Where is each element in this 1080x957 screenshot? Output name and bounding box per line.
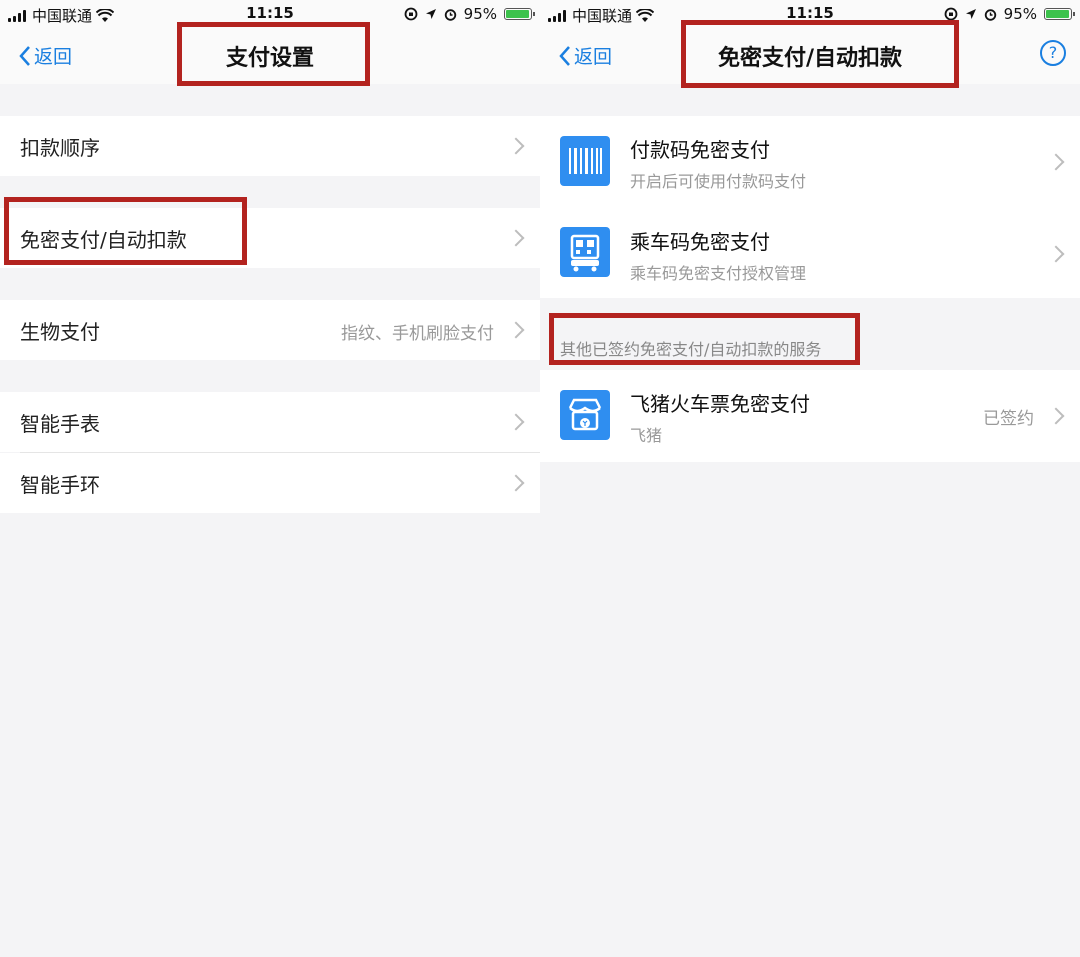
- chevron-right-icon: [507, 137, 525, 155]
- list-item-subtitle: 开启后可使用付款码支付: [630, 172, 807, 191]
- menu-item-smart-watch[interactable]: 智能手表: [0, 392, 540, 452]
- menu-item-value: 指纹、手机刷脸支付: [341, 324, 494, 344]
- chevron-right-icon: [1047, 407, 1065, 425]
- nav-bar: 返回 支付设置: [0, 28, 540, 84]
- signed-status: 已签约: [983, 409, 1034, 429]
- list-item-title: 付款码免密支付: [630, 138, 770, 162]
- section-header: 其他已签约免密支付/自动扣款的服务: [560, 340, 822, 359]
- menu-item-label: 扣款顺序: [20, 136, 100, 160]
- chevron-right-icon: [507, 413, 525, 431]
- status-bar: 中国联通 11:15 95%: [540, 0, 1080, 28]
- battery-percent: 95%: [463, 5, 497, 23]
- location-icon: [965, 9, 976, 19]
- list-item-subtitle: 飞猪: [630, 426, 663, 445]
- list-item-buscode-nopass[interactable]: 乘车码免密支付 乘车码免密支付授权管理: [540, 208, 1080, 298]
- rotation-lock-icon: [404, 7, 418, 21]
- status-bar: 中国联通 11:15 95%: [0, 0, 540, 28]
- menu-item-label: 免密支付/自动扣款: [20, 228, 187, 252]
- location-icon: [425, 9, 436, 19]
- chevron-right-icon: [1047, 153, 1065, 171]
- alarm-icon: [444, 8, 456, 21]
- list-item-subtitle: 乘车码免密支付授权管理: [630, 264, 807, 283]
- rotation-lock-icon: [944, 7, 958, 21]
- menu-item-label: 生物支付: [20, 320, 100, 344]
- battery-percent: 95%: [1003, 5, 1037, 23]
- page-title: 支付设置: [225, 46, 314, 71]
- menu-item-deduction-order[interactable]: 扣款顺序: [0, 116, 540, 176]
- nav-bar: 返回 免密支付/自动扣款 ?: [540, 28, 1080, 84]
- list-item-title: 乘车码免密支付: [630, 230, 770, 254]
- chevron-right-icon: [507, 474, 525, 492]
- auto-payment-screen: 中国联通 11:15 95% 返回 免密支付/自动扣款 ? 付款码免密支付 开启…: [540, 0, 1080, 957]
- chevron-right-icon: [507, 229, 525, 247]
- battery-icon: [1044, 8, 1075, 20]
- menu-item-label: 智能手环: [20, 473, 100, 497]
- menu-item-label: 智能手表: [20, 412, 100, 436]
- menu-item-smart-band[interactable]: 智能手环: [0, 453, 540, 513]
- chevron-right-icon: [1047, 245, 1065, 263]
- battery-icon: [504, 8, 535, 20]
- payment-settings-screen: 中国联通 11:15 95% 返回 支付设置 扣款顺序 免密支付/自动扣款 生物…: [0, 0, 540, 957]
- barcode-icon: [560, 136, 610, 186]
- help-button[interactable]: ?: [1040, 40, 1066, 66]
- list-item-fliggy-train[interactable]: 飞猪火车票免密支付 飞猪 已签约: [540, 370, 1080, 462]
- chevron-right-icon: [507, 321, 525, 339]
- fliggy-shop-icon: [560, 390, 610, 440]
- menu-item-auto-payment[interactable]: 免密支付/自动扣款: [0, 208, 540, 268]
- bus-qr-icon: [560, 227, 610, 277]
- menu-item-biometric-payment[interactable]: 生物支付 指纹、手机刷脸支付: [0, 300, 540, 360]
- alarm-icon: [984, 8, 996, 21]
- page-title: 免密支付/自动扣款: [717, 46, 903, 71]
- list-item-paycode-nopass[interactable]: 付款码免密支付 开启后可使用付款码支付: [540, 116, 1080, 208]
- list-item-title: 飞猪火车票免密支付: [630, 392, 810, 416]
